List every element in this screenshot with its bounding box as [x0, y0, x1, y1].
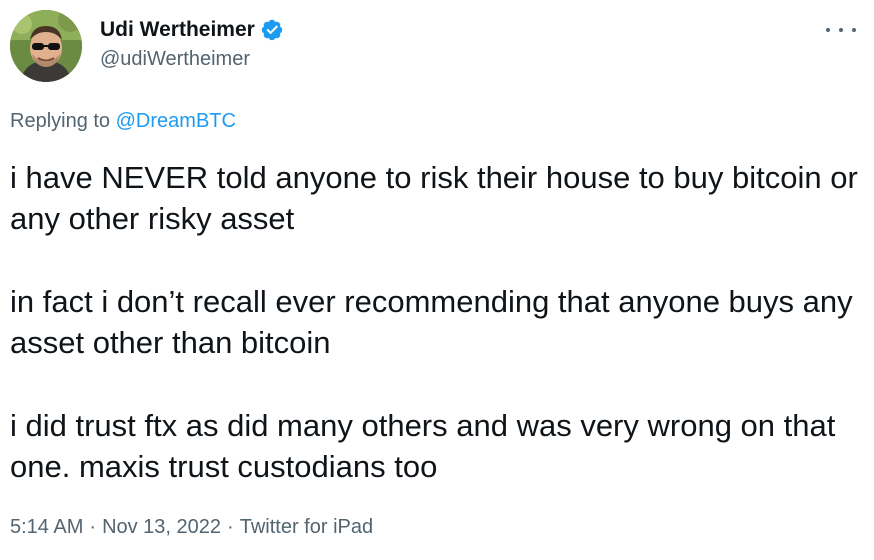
- tweet-time[interactable]: 5:14 AM: [10, 516, 83, 538]
- replying-to-label: Replying to: [10, 110, 111, 132]
- avatar[interactable]: [10, 10, 82, 82]
- tweet-paragraph-1: i have NEVER told anyone to risk their h…: [10, 160, 858, 236]
- tweet-paragraph-2: in fact i don’t recall ever recommending…: [10, 284, 853, 360]
- replying-to: Replying to @DreamBTC: [10, 110, 236, 133]
- more-dot: [852, 28, 856, 32]
- display-name[interactable]: Udi Wertheimer: [100, 18, 255, 42]
- more-options-icon[interactable]: [826, 18, 856, 42]
- tweet-paragraph-3: i did trust ftx as did many others and w…: [10, 408, 836, 484]
- tweet-date[interactable]: Nov 13, 2022: [102, 516, 221, 538]
- tweet: Udi Wertheimer @udiWertheimer Replying t…: [0, 0, 874, 560]
- meta-separator: ·: [89, 516, 97, 538]
- tweet-metadata: 5:14 AM · Nov 13, 2022 · Twitter for iPad: [10, 516, 373, 539]
- author-names: Udi Wertheimer @udiWertheimer: [100, 16, 284, 71]
- tweet-header: Udi Wertheimer @udiWertheimer: [10, 10, 864, 82]
- tweet-source: Twitter for iPad: [239, 516, 374, 538]
- avatar-image: [10, 10, 82, 82]
- more-dot: [839, 28, 843, 32]
- reply-mention-link[interactable]: @DreamBTC: [116, 110, 236, 132]
- handle[interactable]: @udiWertheimer: [100, 48, 284, 71]
- meta-separator: ·: [227, 516, 234, 538]
- verified-badge-icon: [260, 18, 284, 42]
- tweet-text: i have NEVER told anyone to risk their h…: [10, 157, 860, 487]
- display-name-row: Udi Wertheimer: [100, 16, 284, 44]
- more-dot: [826, 28, 830, 32]
